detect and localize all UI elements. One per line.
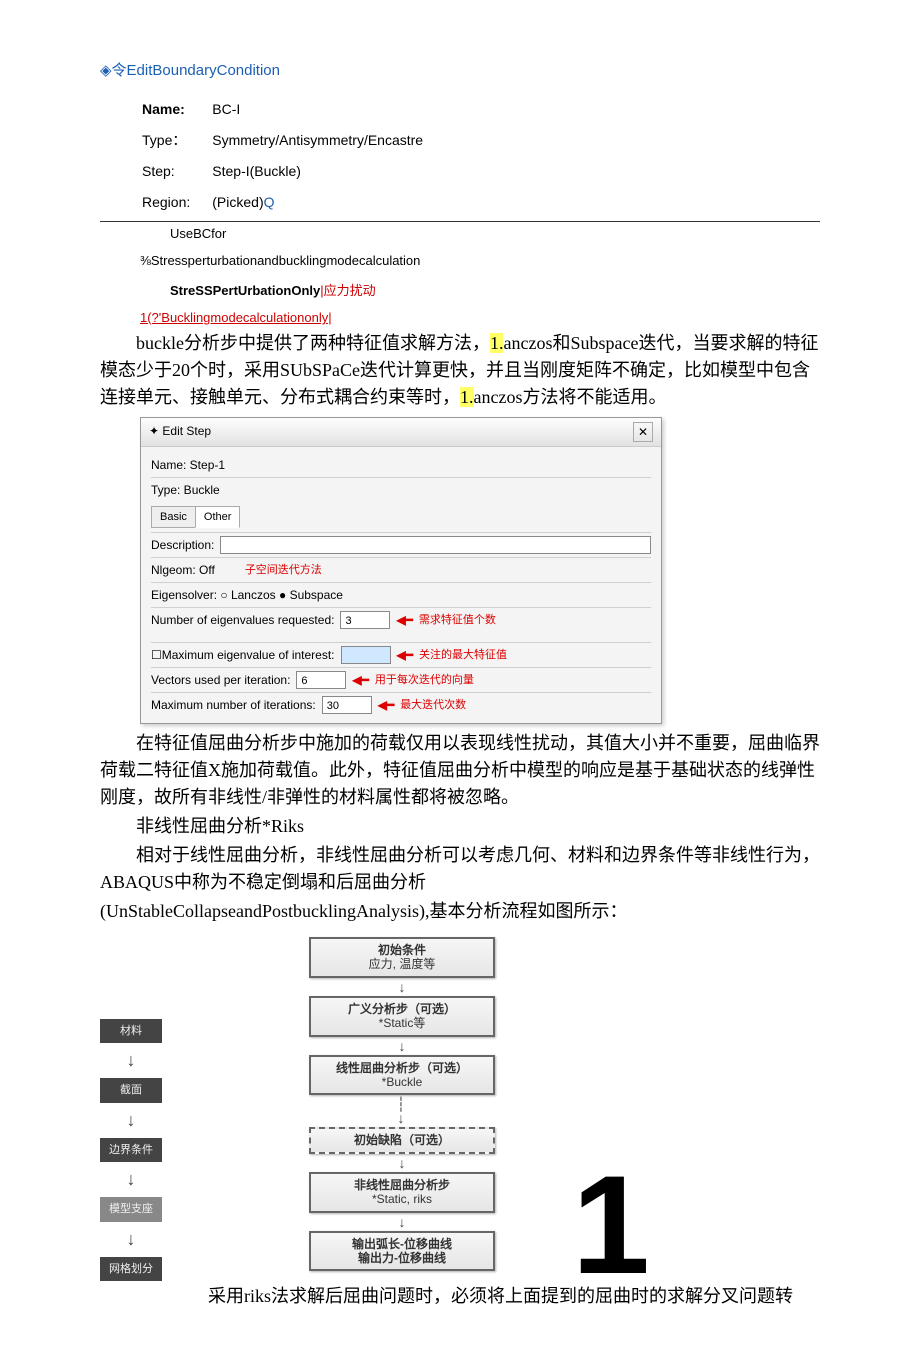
maxiter-row: Maximum number of iterations: 30 ◀━ 最大迭代… xyxy=(151,692,651,717)
tab-basic[interactable]: Basic xyxy=(151,506,196,529)
paragraph-unstable-collapse: (UnStableCollapseandPostbucklingAnalysis… xyxy=(100,898,820,925)
vectors-anno: 用于每次迭代的向量 xyxy=(375,672,474,689)
flow-linear-buckle: 线性屈曲分析步（可选）*Buckle xyxy=(309,1055,495,1096)
option-buckle-only: 1(?'Bucklingmodecalculationonly| xyxy=(140,308,820,328)
vectors-input[interactable]: 6 xyxy=(296,671,346,689)
name-label: Name: xyxy=(132,95,200,124)
nlgeom-row: Nlgeom: Off 子空间迭代方法 xyxy=(151,557,651,582)
step-type-row: Type: Buckle xyxy=(151,477,651,502)
edit-step-title: ✦ Edit Step xyxy=(149,422,211,442)
side-bc: 边界条件 xyxy=(100,1138,162,1163)
description-input[interactable] xyxy=(220,536,651,554)
arrow-left-icon: ◀━ xyxy=(352,671,368,689)
flow-general-step: 广义分析步（可选）*Static等 xyxy=(309,996,495,1037)
description-row: Description: xyxy=(151,532,651,557)
step-label: Step: xyxy=(132,157,200,186)
neig-input[interactable]: 3 xyxy=(340,611,390,629)
paragraph-riks-solve: 采用riks法求解后屈曲问题时，必须将上面提到的屈曲时的求解分叉问题转 xyxy=(100,1283,820,1310)
eigensolver-row[interactable]: Eigensolver: ○ Lanczos ● Subspace xyxy=(151,582,651,607)
usebc-label: UseBCfor xyxy=(170,224,820,244)
side-material: 材料 xyxy=(100,1019,162,1044)
maxeig-input[interactable] xyxy=(341,646,391,664)
tab-other[interactable]: Other xyxy=(195,506,241,529)
region-label: Region: xyxy=(132,188,200,217)
name-value: BC-I xyxy=(202,95,433,124)
close-icon[interactable]: ✕ xyxy=(633,422,653,442)
type-value: Symmetry/Antisymmetry/Encastre xyxy=(202,126,433,155)
flowchart-figure: 材料 ↓ 截面 ↓ 边界条件 ↓ 模型支座 ↓ 网格划分 初始条件应力, 温度等… xyxy=(100,927,820,1281)
neig-row: Number of eigenvalues requested: 3 ◀━ 需求… xyxy=(151,607,651,632)
maxiter-input[interactable]: 30 xyxy=(322,696,372,714)
flow-riks-step: 非线性屈曲分析步*Static, riks xyxy=(309,1172,495,1213)
paragraph-buckle-methods: buckle分析步中提供了两种特征值求解方法，1.anczos和Subspace… xyxy=(100,330,820,411)
vectors-row: Vectors used per iteration: 6 ◀━ 用于每次迭代的… xyxy=(151,667,651,692)
neig-anno: 需求特征值个数 xyxy=(419,612,496,629)
diamond-icon: ◈ xyxy=(100,62,112,79)
picked-link[interactable]: Q xyxy=(264,194,275,210)
subspace-anno: 子空间迭代方法 xyxy=(245,562,322,579)
paragraph-riks-title: 非线性屈曲分析*Riks xyxy=(100,813,820,840)
option-stress-perturb-only: StreSSPertUrbationOnly|应力扰动 xyxy=(170,281,820,301)
arrow-left-icon: ◀━ xyxy=(397,646,413,664)
side-section: 截面 xyxy=(100,1078,162,1103)
flow-initial-conditions: 初始条件应力, 温度等 xyxy=(309,937,495,978)
side-labels: 材料 ↓ 截面 ↓ 边界条件 ↓ 模型支座 ↓ 网格划分 xyxy=(100,1019,162,1282)
flow-output: 输出弧长-位移曲线输出力-位移曲线 xyxy=(309,1231,495,1272)
tab-row: BasicOther xyxy=(151,502,651,533)
type-label: Type： xyxy=(132,126,200,155)
step-value: Step-I(Buckle) xyxy=(202,157,433,186)
arrow-left-icon: ◀━ xyxy=(396,611,412,629)
figure-number-one: 1 xyxy=(572,1169,650,1281)
flowchart-main: 初始条件应力, 温度等 ↓ 广义分析步（可选）*Static等 ↓ 线性屈曲分析… xyxy=(252,933,552,1275)
flow-imperfection: 初始缺陷（可选） xyxy=(309,1127,495,1153)
maxeig-anno: 关注的最大特征值 xyxy=(419,647,507,664)
dialog-title: ◈令EditBoundaryCondition xyxy=(100,60,820,83)
arrow-left-icon: ◀━ xyxy=(378,696,394,714)
maxeig-row: ☐ Maximum eigenvalue of interest: ◀━ 关注的… xyxy=(151,642,651,667)
region-value: (Picked)Q xyxy=(202,188,433,217)
edit-step-dialog: ✦ Edit Step ✕ Name: Step-1 Type: Buckle … xyxy=(140,417,662,725)
side-support: 模型支座 xyxy=(100,1197,162,1222)
divider xyxy=(100,221,820,222)
option-stress-perturb-buckle: ⅜Stressperturbationandbucklingmodecalcul… xyxy=(140,251,820,271)
paragraph-eigenvalue-load: 在特征值屈曲分析步中施加的荷载仅用以表现线性扰动，其值大小并不重要，屈曲临界荷载… xyxy=(100,730,820,811)
boundary-condition-form: Name: BC-I Type： Symmetry/Antisymmetry/E… xyxy=(130,93,435,219)
step-name-row: Name: Step-1 xyxy=(151,453,651,477)
side-mesh: 网格划分 xyxy=(100,1257,162,1282)
maxiter-anno: 最大迭代次数 xyxy=(400,697,466,714)
paragraph-nonlinear-desc: 相对于线性屈曲分析，非线性屈曲分析可以考虑几何、材料和边界条件等非线性行为，AB… xyxy=(100,842,820,896)
